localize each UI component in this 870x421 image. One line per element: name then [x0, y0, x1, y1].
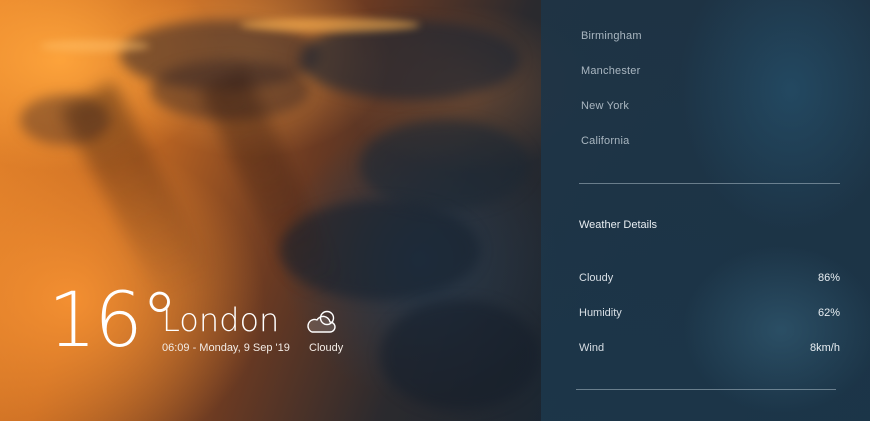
detail-label-wind: Wind	[579, 342, 605, 354]
detail-label-humidity: Humidity	[579, 307, 622, 319]
current-datetime: 06:09 - Monday, 9 Sep '19	[162, 342, 290, 354]
sidebar-city-birmingham[interactable]: Birmingham	[581, 30, 642, 42]
detail-value-humidity: 62%	[817, 307, 840, 319]
sidebar-panel: Birmingham Manchester New York Californi…	[541, 0, 870, 421]
cloud-sun-icon	[307, 310, 336, 333]
detail-value-cloudy: 86%	[817, 272, 840, 284]
sidebar-city-new-york[interactable]: New York	[581, 100, 629, 112]
sidebar-city-manchester[interactable]: Manchester	[581, 65, 640, 77]
weather-details-title: Weather Details	[579, 219, 658, 231]
current-condition: Cloudy	[309, 342, 344, 354]
weather-app: 16° London 06:09 - Monday, 9 Sep '19 Clo…	[0, 0, 870, 421]
divider-top	[579, 183, 840, 184]
divider-bottom	[576, 389, 836, 390]
current-city-name: London	[162, 301, 280, 339]
detail-label-cloudy: Cloudy	[579, 272, 614, 284]
detail-value-wind: 8km/h	[810, 342, 840, 354]
sidebar-city-california[interactable]: California	[581, 135, 629, 147]
current-temperature: 16°	[48, 275, 179, 364]
